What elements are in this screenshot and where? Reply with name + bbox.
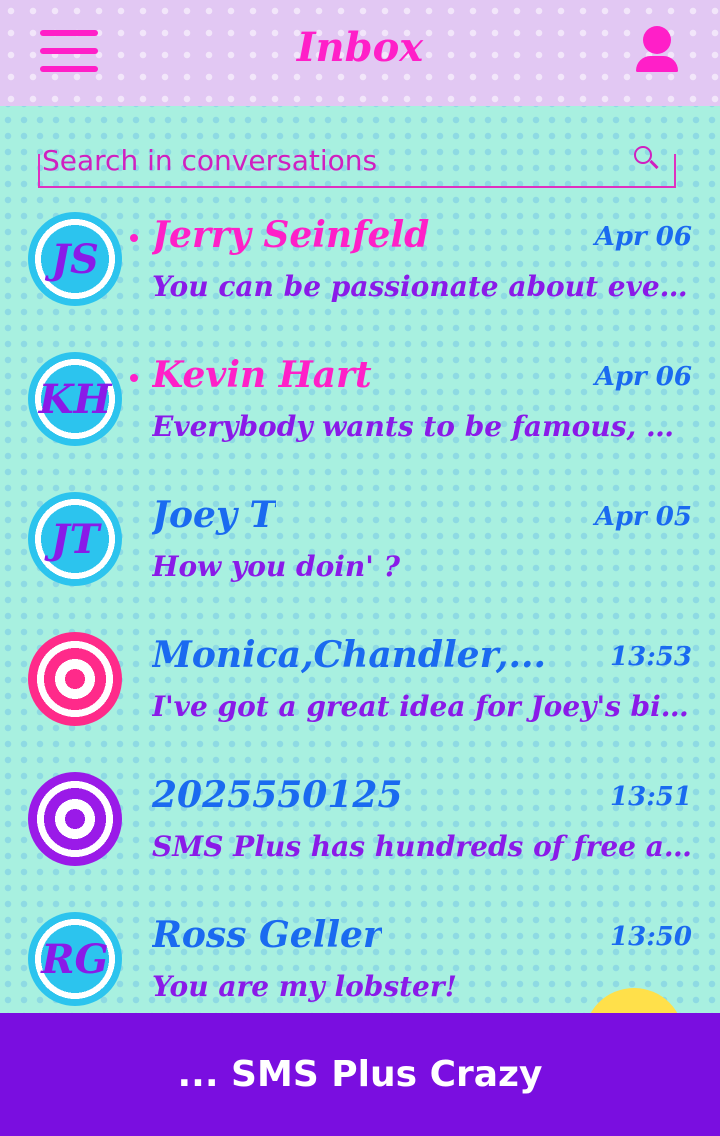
- search-input[interactable]: [42, 140, 622, 180]
- message-time: 13:51: [610, 782, 692, 812]
- conversation-row[interactable]: 2025550125 13:51 SMS Plus has hundreds o…: [0, 760, 720, 900]
- avatar-initials: JT: [50, 516, 100, 563]
- conversation-row[interactable]: Monica,Chandler,... 13:53 I've got a gre…: [0, 620, 720, 760]
- search-icon[interactable]: [634, 146, 660, 172]
- contact-name: 2025550125: [152, 774, 403, 816]
- avatar: KH: [28, 352, 122, 446]
- message-preview: SMS Plus has hundreds of free aw...: [152, 830, 692, 863]
- top-app-bar: Inbox: [0, 0, 720, 106]
- conversation-row[interactable]: JS Jerry Seinfeld Apr 06 You can be pass…: [0, 200, 720, 340]
- avatar-initials: KH: [38, 376, 112, 423]
- conversation-list: JS Jerry Seinfeld Apr 06 You can be pass…: [0, 200, 720, 1040]
- message-time: Apr 05: [594, 502, 692, 532]
- avatar: JS: [28, 212, 122, 306]
- avatar-initials: JS: [51, 236, 99, 283]
- group-avatar-icon: [28, 632, 122, 726]
- contact-name: Monica,Chandler,...: [152, 634, 547, 676]
- message-time: 13:50: [610, 922, 692, 952]
- contact-name: Jerry Seinfeld: [152, 214, 430, 256]
- message-preview: You can be passionate about ever...: [152, 270, 692, 303]
- avatar: RG: [28, 912, 122, 1006]
- message-preview: Everybody wants to be famous, b...: [152, 410, 692, 443]
- promo-banner[interactable]: ... SMS Plus Crazy: [0, 1013, 720, 1136]
- avatar-initials: RG: [41, 936, 109, 983]
- message-time: 13:53: [610, 642, 692, 672]
- person-icon[interactable]: [634, 26, 680, 74]
- contact-name: Joey T: [152, 494, 277, 536]
- contact-name: Ross Geller: [152, 914, 382, 956]
- search-bar: [38, 140, 676, 188]
- conversation-row[interactable]: JT Joey T Apr 05 How you doin' ?: [0, 480, 720, 620]
- message-time: Apr 06: [594, 362, 692, 392]
- group-avatar-icon: [28, 772, 122, 866]
- page-title: Inbox: [296, 24, 424, 71]
- unread-indicator: [130, 374, 138, 382]
- message-time: Apr 06: [594, 222, 692, 252]
- avatar: JT: [28, 492, 122, 586]
- banner-text: ... SMS Plus Crazy: [177, 1054, 543, 1095]
- conversation-row[interactable]: KH Kevin Hart Apr 06 Everybody wants to …: [0, 340, 720, 480]
- message-preview: How you doin' ?: [152, 550, 401, 583]
- unread-indicator: [130, 234, 138, 242]
- contact-name: Kevin Hart: [152, 354, 372, 396]
- message-preview: I've got a great idea for Joey's bir...: [152, 690, 692, 723]
